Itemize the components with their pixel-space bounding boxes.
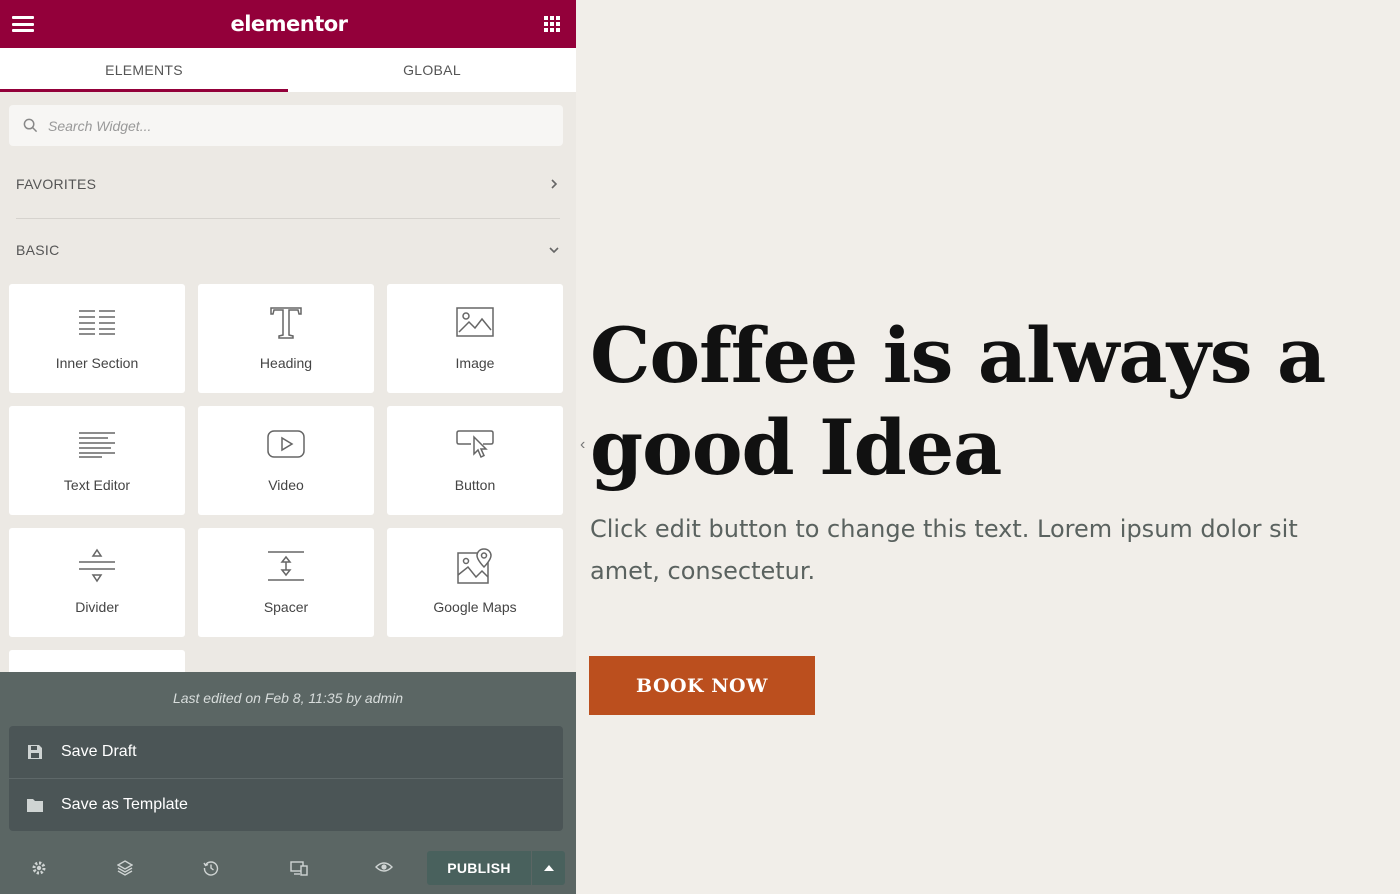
widgets-grid-icon[interactable] [544,16,560,32]
tab-global[interactable]: GLOBAL [288,48,576,92]
widget-label: Text Editor [63,477,131,493]
save-template-label: Save as Template [61,795,188,813]
tab-elements[interactable]: ELEMENTS [0,48,288,92]
search-input[interactable] [48,117,528,134]
history-icon[interactable] [203,860,219,876]
caret-up-icon [543,865,554,871]
save-draft-button[interactable]: Save Draft [9,726,563,778]
hero-body-text[interactable]: Click edit button to change this text. L… [590,508,1370,592]
widget-label: Image [455,355,495,371]
layers-icon[interactable] [117,860,133,876]
save-icon [28,745,42,759]
widget-label: Video [268,477,304,493]
elementor-logo: elementor [230,12,348,36]
widget-image[interactable]: Image [387,284,563,393]
video-icon [267,424,305,464]
search-box [9,105,563,146]
menu-icon[interactable] [12,16,34,32]
heading-icon [268,302,304,342]
widget-divider[interactable]: Divider [9,528,185,637]
editor-panel: elementor ELEMENTS GLOBAL FAVORITES BASI… [0,0,576,894]
basic-label: BASIC [16,242,60,258]
preview-eye-icon[interactable] [375,860,393,874]
favorites-label: FAVORITES [16,176,97,192]
widget-video[interactable]: Video [198,406,374,515]
save-draft-label: Save Draft [61,743,137,760]
save-as-template-button[interactable]: Save as Template [9,778,563,830]
basic-section-header[interactable]: BASIC [0,239,576,261]
inner-section-icon [78,302,116,342]
chevron-down-icon [549,247,559,254]
widget-heading[interactable]: Heading [198,284,374,393]
panel-footer: Last edited on Feb 8, 11:35 by admin Sav… [0,672,576,894]
widget-label: Google Maps [433,599,517,615]
widget-label: Spacer [263,599,309,615]
widget-label: Inner Section [55,355,139,371]
favorites-section-header[interactable]: FAVORITES [0,173,576,195]
widget-text-editor[interactable]: Text Editor [9,406,185,515]
last-edited-text: Last edited on Feb 8, 11:35 by admin [172,690,404,706]
publish-options-button[interactable] [532,851,565,885]
widget-button[interactable]: Button [387,406,563,515]
button-icon [455,424,495,464]
widget-label: Divider [75,599,119,615]
widget-label: Button [454,477,496,493]
widget-spacer[interactable]: Spacer [198,528,374,637]
panel-tabs: ELEMENTS GLOBAL [0,48,576,92]
collapse-panel-icon[interactable]: ‹ [580,436,585,454]
image-icon [456,302,494,342]
settings-gear-icon[interactable] [31,860,47,876]
widget-label: Heading [259,355,313,371]
section-divider [16,218,560,219]
text-editor-icon [78,424,116,464]
search-icon [23,118,38,133]
google-maps-icon [456,546,494,586]
widget-google-maps[interactable]: Google Maps [387,528,563,637]
divider-icon [78,546,116,586]
book-now-button[interactable]: BOOK NOW [589,656,815,715]
bottom-toolbar: PUBLISH [0,842,576,894]
widget-inner-section[interactable]: Inner Section [9,284,185,393]
folder-icon [27,798,43,812]
publish-button[interactable]: PUBLISH [427,851,531,885]
panel-header: elementor [0,0,576,48]
chevron-right-icon [551,179,558,189]
responsive-mode-icon[interactable] [290,860,308,876]
save-options-menu: Save Draft Save as Template [9,726,563,831]
hero-headline[interactable]: Coffee is always a good Idea [590,310,1370,494]
spacer-icon [267,546,305,586]
